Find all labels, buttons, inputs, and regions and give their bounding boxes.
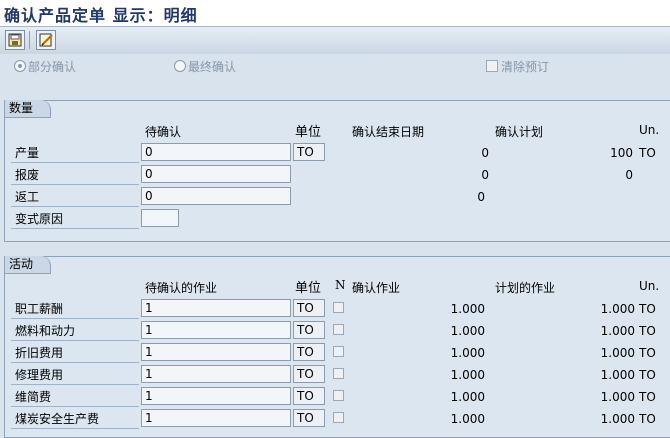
main-content: 部分确认 最终确认 清除预订 数量 待确认 单位 确认结束日期 确认计划 Un.… (0, 54, 670, 438)
activity-row-label: 职工薪酬 (11, 299, 139, 319)
window-title: 确认产品定单 显示：明细 (4, 6, 198, 25)
activity-un-value: TO (639, 390, 656, 404)
activity-confirmed-value: 1.000 (450, 368, 485, 382)
activity-quantity-input[interactable]: 1 (141, 409, 291, 427)
activity-confirmed-value: 1.000 (450, 346, 485, 360)
radio-selected-icon (14, 60, 26, 72)
activity-row-label: 煤炭安全生产费 (11, 409, 139, 429)
activities-group: 活动 待确认的作业 单位 N 确认作业 计划的作业 Un. 职工薪酬 1 TO 1.0… (4, 256, 670, 438)
clear-reservation-label: 清除预订 (501, 60, 550, 74)
activity-un-value: TO (639, 368, 656, 382)
quantity-group-title: 数量 (5, 100, 51, 118)
toolbar-separator (29, 31, 30, 49)
toolbar (0, 26, 670, 55)
partial-confirmation-radio[interactable]: 部分确认 (14, 58, 76, 75)
no-remaining-activity-checkbox[interactable] (333, 302, 344, 313)
confirmation-options: 部分确认 最终确认 清除预订 (0, 54, 670, 78)
final-confirmation-label: 最终确认 (188, 60, 237, 74)
activities-group-title: 活动 (5, 256, 51, 274)
activity-un-value: TO (639, 346, 656, 360)
activity-un-value: TO (639, 302, 656, 316)
pending-header: 待确认 (145, 125, 182, 139)
checkbox-icon (486, 60, 498, 72)
yield-unit-field[interactable]: TO (293, 143, 325, 161)
title-bar: 确认产品定单 显示：明细 (0, 0, 670, 26)
activity-row-label: 折旧费用 (11, 343, 139, 363)
activity-unit-field[interactable]: TO (293, 387, 325, 405)
activity-confirmed-value: 1.000 (450, 412, 485, 426)
activity-quantity-input[interactable]: 1 (141, 321, 291, 339)
no-remaining-activity-checkbox[interactable] (333, 368, 344, 379)
scrap-plan-value: 0 (625, 168, 633, 182)
activity-unit-field[interactable]: TO (293, 321, 325, 339)
confirmed-activity-header: 确认作业 (352, 281, 401, 295)
partial-confirmation-label: 部分确认 (28, 60, 77, 74)
unit-header: 单位 (295, 125, 322, 140)
save-icon (8, 33, 22, 47)
rework-confirmed-value: 0 (477, 190, 485, 204)
variance-reason-input[interactable] (141, 209, 179, 227)
row-label-rework: 返工 (11, 187, 139, 207)
activity-unit-field[interactable]: TO (293, 343, 325, 361)
activity-confirmed-value: 1.000 (450, 324, 485, 338)
activity-un-header: Un. (639, 279, 660, 293)
activity-planned-value: 1.000 (600, 302, 635, 316)
yield-plan-value: 100 (610, 146, 633, 160)
scrap-confirmed-value: 0 (481, 168, 489, 182)
pending-activity-header: 待确认的作业 (145, 281, 218, 295)
activity-row-label: 修理费用 (11, 365, 139, 385)
activity-quantity-input[interactable]: 1 (141, 299, 291, 317)
clear-reservation-checkbox[interactable]: 清除预订 (486, 58, 549, 75)
activity-quantity-input[interactable]: 1 (141, 387, 291, 405)
no-remaining-activity-checkbox[interactable] (333, 390, 344, 401)
activity-confirmed-value: 1.000 (450, 302, 485, 316)
row-label-yield: 产量 (11, 143, 139, 163)
yield-confirmed-value: 0 (481, 146, 489, 160)
activity-unit-field[interactable]: TO (293, 299, 325, 317)
activity-unit-field[interactable]: TO (293, 409, 325, 427)
n-header: N (335, 278, 346, 292)
un-header: Un. (639, 123, 660, 137)
activity-unit-header: 单位 (295, 281, 322, 296)
activity-planned-value: 1.000 (600, 412, 635, 426)
yield-input[interactable]: 0 (141, 143, 291, 161)
activity-planned-value: 1.000 (600, 324, 635, 338)
planned-activity-header: 计划的作业 (495, 281, 556, 295)
edit-icon (39, 33, 53, 47)
save-button[interactable] (5, 30, 25, 50)
yield-un-value: TO (639, 146, 656, 160)
radio-unselected-icon (174, 60, 186, 72)
edit-button[interactable] (36, 30, 56, 50)
activity-un-value: TO (639, 324, 656, 338)
final-confirmation-radio[interactable]: 最终确认 (174, 58, 236, 75)
activity-row-label: 燃料和动力 (11, 321, 139, 341)
activity-planned-value: 1.000 (600, 390, 635, 404)
no-remaining-activity-checkbox[interactable] (333, 346, 344, 357)
scrap-input[interactable]: 0 (141, 165, 291, 183)
activity-confirmed-value: 1.000 (450, 390, 485, 404)
activity-quantity-input[interactable]: 1 (141, 343, 291, 361)
activity-quantity-input[interactable]: 1 (141, 365, 291, 383)
no-remaining-activity-checkbox[interactable] (333, 324, 344, 335)
row-label-variance-reason: 变式原因 (11, 209, 139, 229)
activity-planned-value: 1.000 (600, 368, 635, 382)
activity-un-value: TO (639, 412, 656, 426)
rework-input[interactable]: 0 (141, 187, 291, 205)
activity-row-label: 维简费 (11, 387, 139, 407)
plan-header: 确认计划 (495, 125, 544, 139)
activity-planned-value: 1.000 (600, 346, 635, 360)
end-date-header: 确认结束日期 (352, 125, 425, 139)
quantity-group: 数量 待确认 单位 确认结束日期 确认计划 Un. 产量 0 TO 0 100 … (4, 100, 670, 242)
no-remaining-activity-checkbox[interactable] (333, 412, 344, 423)
activity-unit-field[interactable]: TO (293, 365, 325, 383)
row-label-scrap: 报废 (11, 165, 139, 185)
